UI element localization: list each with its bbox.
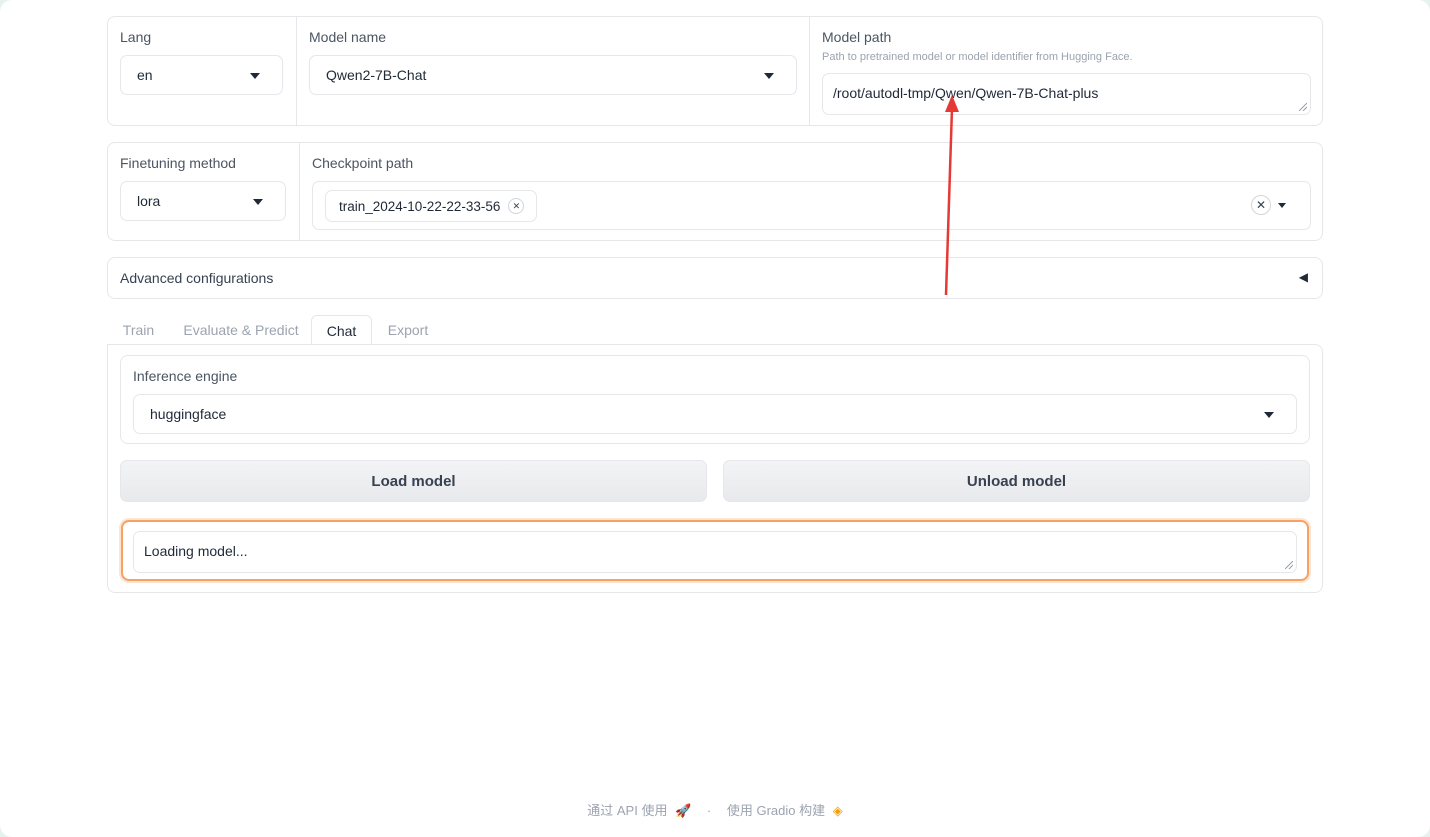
model-name-label: Model name (309, 29, 387, 45)
chevron-down-icon (764, 73, 774, 79)
chevron-down-icon[interactable] (1278, 203, 1286, 208)
model-name-value: Qwen2-7B-Chat (326, 67, 427, 83)
lang-cell: Lang en (108, 17, 296, 125)
remove-chip-icon[interactable]: ✕ (508, 198, 525, 214)
status-output[interactable]: Loading model... (133, 531, 1297, 573)
checkpoint-path-cell: Checkpoint path train_2024-10-22-22-33-5… (299, 143, 1323, 240)
checkpoint-path-label: Checkpoint path (312, 155, 414, 171)
checkpoint-path-multiselect[interactable]: train_2024-10-22-22-33-56 ✕ ✕ (312, 181, 1311, 230)
inference-engine-dropdown[interactable]: huggingface (133, 394, 1297, 434)
chevron-down-icon (1264, 412, 1274, 418)
advanced-configurations-accordion[interactable]: Advanced configurations ◀ (107, 257, 1323, 299)
top-settings-row: Lang en Model name Qwen2-7B-Chat Model p… (107, 16, 1323, 126)
collapse-toggle-icon[interactable]: ◀ (1299, 270, 1308, 284)
built-with-gradio-link[interactable]: 使用 Gradio 构建 ◈ (725, 803, 845, 818)
checkpoint-chip-label: train_2024-10-22-22-33-56 (339, 198, 501, 214)
inference-engine-value: huggingface (150, 406, 227, 422)
built-with-gradio-label: 使用 Gradio 构建 (726, 803, 826, 818)
model-path-input[interactable]: /root/autodl-tmp/Qwen/Qwen-7B-Chat-plus (822, 73, 1311, 115)
tab-evaluate-predict[interactable]: Evaluate & Predict (181, 315, 301, 345)
lang-value: en (137, 67, 153, 83)
model-name-cell: Model name Qwen2-7B-Chat (296, 17, 809, 125)
rocket-icon: 🚀 (675, 803, 692, 818)
finetuning-method-dropdown[interactable]: lora (120, 181, 286, 221)
model-path-label: Model path (822, 29, 892, 45)
chevron-down-icon (253, 199, 263, 205)
advanced-configurations-label: Advanced configurations (120, 270, 274, 286)
finetune-row: Finetuning method lora Checkpoint path t… (107, 142, 1323, 241)
load-model-button[interactable]: Load model (120, 460, 707, 502)
finetuning-method-cell: Finetuning method lora (108, 143, 299, 240)
inference-engine-label: Inference engine (133, 368, 238, 384)
finetuning-method-value: lora (137, 193, 161, 209)
use-via-api-label: 通过 API 使用 (587, 803, 668, 818)
gradio-logo-icon: ◈ (832, 803, 843, 818)
model-path-value: /root/autodl-tmp/Qwen/Qwen-7B-Chat-plus (833, 85, 1099, 101)
status-box: Loading model... (121, 520, 1309, 581)
model-name-dropdown[interactable]: Qwen2-7B-Chat (309, 55, 797, 95)
lang-label: Lang (120, 29, 152, 45)
footer-separator: · (706, 803, 712, 818)
resize-grip-icon[interactable] (1299, 103, 1307, 111)
resize-grip-icon[interactable] (1285, 561, 1293, 569)
chat-tab-panel: Inference engine huggingface Load model … (107, 344, 1323, 593)
model-path-cell: Model path Path to pretrained model or m… (809, 17, 1323, 125)
clear-icon[interactable]: ✕ (1251, 195, 1271, 215)
use-via-api-link[interactable]: 通过 API 使用 🚀 (585, 803, 693, 818)
unload-model-button[interactable]: Unload model (723, 460, 1310, 502)
status-text: Loading model... (144, 543, 248, 559)
finetuning-method-label: Finetuning method (120, 155, 236, 171)
tab-train[interactable]: Train (117, 315, 160, 345)
lang-dropdown[interactable]: en (120, 55, 283, 95)
app-window: Lang en Model name Qwen2-7B-Chat Model p… (0, 0, 1430, 837)
inference-engine-group: Inference engine huggingface (120, 355, 1310, 444)
tab-export[interactable]: Export (383, 315, 433, 345)
footer: 通过 API 使用 🚀 · 使用 Gradio 构建 ◈ (0, 800, 1430, 819)
tab-bar: Train Evaluate & Predict Chat Export (107, 315, 1323, 346)
chevron-down-icon (250, 73, 260, 79)
model-path-info: Path to pretrained model or model identi… (822, 51, 1133, 63)
checkpoint-chip: train_2024-10-22-22-33-56 ✕ (325, 190, 538, 222)
tab-chat[interactable]: Chat (311, 315, 372, 346)
